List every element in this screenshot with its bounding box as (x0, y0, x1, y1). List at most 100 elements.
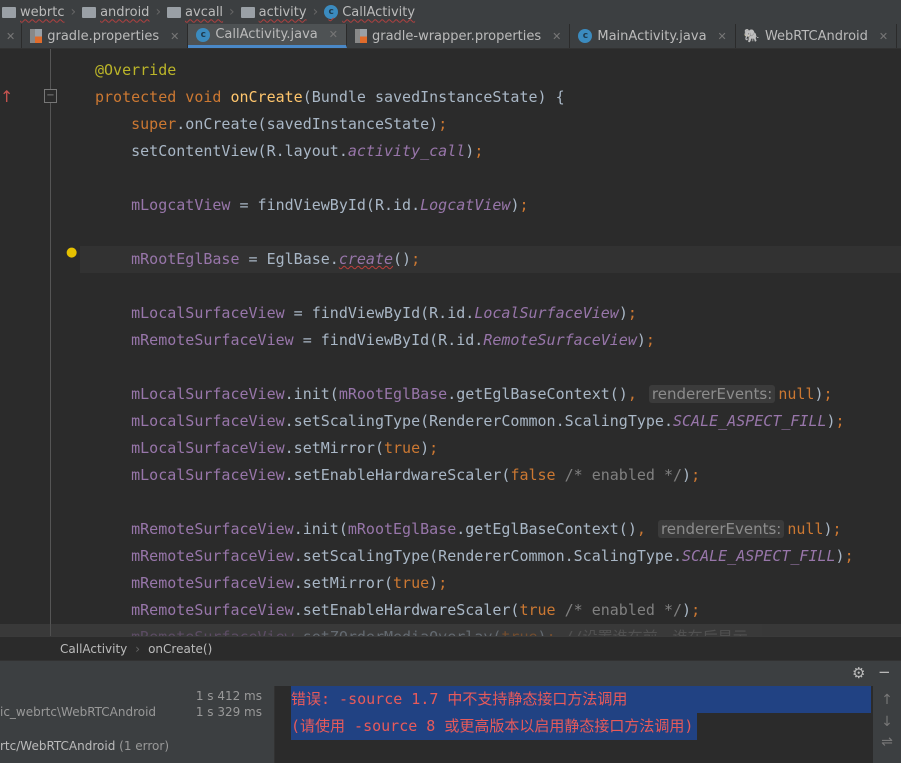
code-text: protected void onCreate(Bundle savedInst… (95, 84, 565, 111)
code-token: ; (627, 304, 637, 322)
code-line[interactable]: mRemoteSurfaceView.setScalingType(Render… (0, 543, 901, 570)
breadcrumb-item[interactable]: activity (240, 5, 307, 20)
code-line[interactable] (0, 165, 901, 192)
code-line[interactable]: mRemoteSurfaceView.setEnableHardwareScal… (0, 597, 901, 624)
code-line[interactable]: mLocalSurfaceView.setEnableHardwareScale… (0, 462, 901, 489)
code-token: ; (474, 142, 484, 160)
breadcrumb-label: CallActivity (342, 4, 416, 20)
tab-webrtcandroid[interactable]: 🐘 WebRTCAndroid ✕ (736, 24, 898, 48)
code-line[interactable]: protected void onCreate(Bundle savedInst… (0, 84, 901, 111)
close-icon[interactable]: ✕ (6, 30, 15, 43)
arrow-down-icon[interactable]: ↓ (873, 714, 901, 730)
close-icon[interactable]: ✕ (170, 30, 179, 43)
code-token: mRootEglBase (131, 250, 240, 268)
code-line[interactable]: setContentView(R.layout.activity_call); (0, 138, 901, 165)
close-icon[interactable]: ✕ (329, 28, 338, 41)
breadcrumb-item[interactable]: webrtc (2, 5, 64, 20)
tab-mainactivity-java[interactable]: c MainActivity.java ✕ (570, 24, 736, 48)
soft-wrap-icon[interactable]: ⇌ (873, 734, 901, 750)
code-token: ; (691, 601, 701, 619)
breadcrumb-label: webrtc (20, 4, 65, 20)
code-token: mLocalSurfaceView (131, 439, 285, 457)
lightbulb-icon[interactable]: ● (66, 245, 77, 260)
tab-gradle-wrapper-properties[interactable]: gradle-wrapper.properties ✕ (347, 24, 571, 48)
tab-gradle-properties[interactable]: gradle.properties ✕ (22, 24, 189, 48)
build-row[interactable]: rtc/WebRTCAndroid (1 error) (0, 736, 270, 756)
code-editor[interactable]: ↑ − ● @Override protected void onCreate(B… (0, 49, 901, 636)
code-token: mLocalSurfaceView (131, 466, 285, 484)
properties-file-icon (30, 29, 43, 43)
close-icon[interactable]: ✕ (718, 30, 727, 43)
code-token: ) (682, 601, 692, 619)
breadcrumb-item[interactable]: android (82, 5, 149, 20)
code-text: mLocalSurfaceView.setMirror(true); (95, 435, 438, 462)
gear-icon[interactable]: ⚙ (852, 664, 865, 682)
code-line[interactable] (0, 219, 901, 246)
editor-breadcrumb: CallActivity › onCreate() (0, 636, 901, 660)
code-line[interactable]: mRemoteSurfaceView.init(mRootEglBase.get… (0, 516, 901, 543)
code-line[interactable]: mLocalSurfaceView.init(mRootEglBase.getE… (0, 381, 901, 408)
code-line[interactable]: mLocalSurfaceView.setScalingType(Rendere… (0, 408, 901, 435)
code-token: ) (682, 466, 692, 484)
breadcrumb-item[interactable]: c CallActivity (324, 5, 415, 20)
code-line[interactable]: mRootEglBase = EglBase.create(); (80, 246, 901, 273)
breadcrumb-item[interactable]: avcall (167, 5, 223, 20)
code-line[interactable]: mRemoteSurfaceView.setMirror(true); (0, 570, 901, 597)
code-token: ; (438, 574, 448, 592)
tab-local-prope[interactable]: local.prope (897, 24, 901, 48)
code-token: mRemoteSurfaceView (131, 601, 294, 619)
code-token: SCALE_ASPECT_FILL (672, 412, 827, 430)
build-tree: 1 s 412 ms ic_webrtc\WebRTCAndroid 1 s 32… (0, 686, 275, 763)
code-line[interactable]: mLogcatView = findViewById(R.id.LogcatVi… (0, 192, 901, 219)
code-line[interactable]: super.onCreate(savedInstanceState); (0, 111, 901, 138)
error-count: (1 error) (119, 739, 170, 753)
code-token: .setMirror( (284, 439, 384, 457)
code-text: mLocalSurfaceView = findViewById(R.id.Lo… (95, 300, 637, 327)
code-line[interactable] (0, 489, 901, 516)
code-text: mRemoteSurfaceView.setScalingType(Render… (95, 543, 853, 570)
code-line[interactable]: mLocalSurfaceView = findViewById(R.id.Lo… (0, 300, 901, 327)
minimize-icon[interactable]: − (878, 663, 891, 681)
code-token: ; (411, 250, 421, 268)
output-line: (请使用 -source 8 或更高版本以启用静态接口方法调用) (291, 713, 698, 740)
code-line[interactable] (0, 273, 901, 300)
code-line[interactable]: @Override (0, 57, 901, 84)
code-line[interactable] (0, 354, 901, 381)
code-line[interactable]: mRemoteSurfaceView.setZOrderMediaOverlay… (0, 624, 901, 636)
arrow-up-icon[interactable]: ↑ (873, 692, 901, 708)
parameter-hint: rendererEvents: (657, 520, 785, 538)
tab-hidden[interactable]: ✕ (0, 24, 23, 48)
code-token: , (636, 520, 655, 538)
code-token: ; (832, 520, 842, 538)
code-token: .setEnableHardwareScaler( (293, 601, 520, 619)
code-token: ) (420, 439, 430, 457)
chevron-right-icon: › (229, 4, 235, 20)
close-icon[interactable]: ✕ (552, 30, 561, 43)
code-token: mRootEglBase (347, 520, 457, 538)
editor-breadcrumb-method[interactable]: onCreate() (148, 642, 212, 656)
code-text: mLocalSurfaceView.setScalingType(Rendere… (95, 408, 844, 435)
code-token: @Override (95, 61, 177, 79)
code-token: , (627, 385, 646, 403)
code-text: mRemoteSurfaceView = findViewById(R.id.R… (95, 327, 655, 354)
code-token: ; (429, 439, 439, 457)
code-line[interactable]: mRemoteSurfaceView = findViewById(R.id.R… (0, 327, 901, 354)
tab-callactivity-java[interactable]: c CallActivity.java ✕ (188, 24, 347, 48)
code-token: mRemoteSurfaceView (131, 574, 294, 592)
build-row-label: ic_webrtc\WebRTCAndroid (0, 705, 157, 719)
build-output[interactable]: 错误: -source 1.7 中不支持静态接口方法调用 (请使用 -sourc… (291, 686, 871, 740)
editor-breadcrumb-class[interactable]: CallActivity (60, 642, 127, 656)
java-class-icon: c (578, 29, 593, 43)
code-token: .onCreate(savedInstanceState) (176, 115, 439, 133)
close-icon[interactable]: ✕ (879, 30, 888, 43)
code-line[interactable]: mLocalSurfaceView.setMirror(true); (0, 435, 901, 462)
code-token: ) (538, 628, 547, 636)
build-row[interactable]: ic_webrtc\WebRTCAndroid 1 s 329 ms (0, 702, 270, 722)
code-token: false (510, 466, 565, 484)
code-token: SCALE_ASPECT_FILL (682, 547, 836, 565)
tab-label: CallActivity.java (215, 27, 318, 42)
